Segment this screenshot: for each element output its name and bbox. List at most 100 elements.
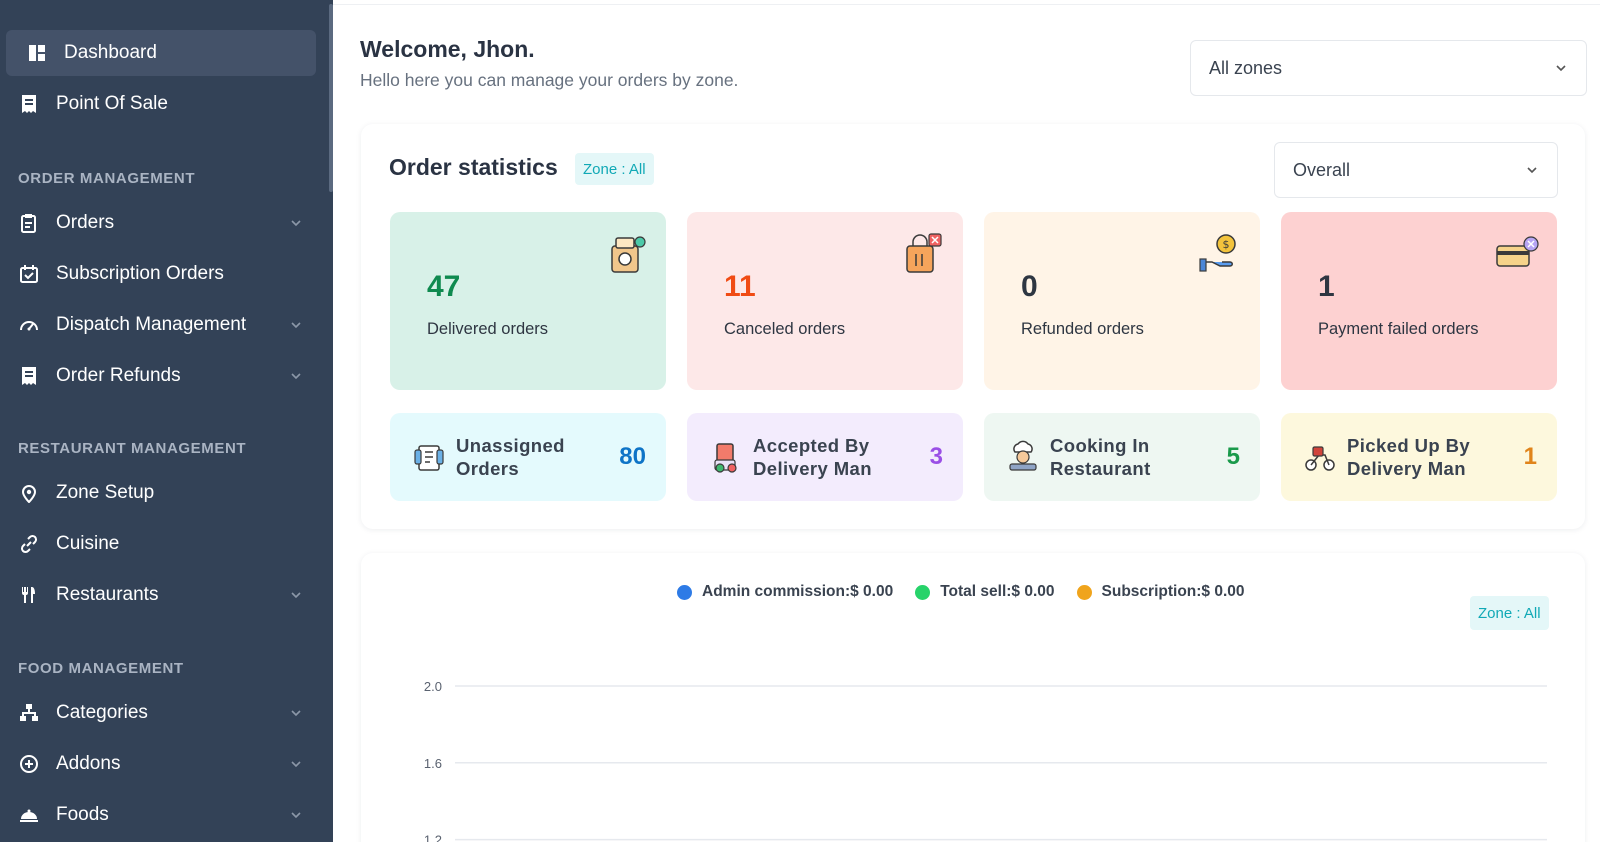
stat-label-line: Orders [456,458,520,479]
sidebar-item-label: Point Of Sale [56,93,168,114]
stat-value: 11 [724,270,756,303]
delivery-man-icon [714,443,737,473]
legend-label: Admin commission:$ 0.00 [702,583,894,600]
sidebar-item-foods[interactable]: Foods [0,792,333,838]
legend-item-admin-commission[interactable]: Admin commission:$ 0.00 [677,583,893,601]
legend-item-subscription[interactable]: Subscription:$ 0.00 [1076,583,1245,601]
fork-knife-icon [18,584,40,606]
receipt-icon [18,93,40,115]
legend-item-total-sell[interactable]: Total sell:$ 0.00 [915,583,1055,601]
speedometer-icon [18,314,40,336]
sidebar-item-label: Order Refunds [56,365,181,386]
stat-label: Picked Up By Delivery Man [1347,434,1524,480]
sidebar-item-point-of-sale[interactable]: Point Of Sale [0,81,333,127]
stat-card-picked-up-by-delivery-man[interactable]: Picked Up By Delivery Man 1 [1281,413,1557,501]
stat-label: Payment failed orders [1318,320,1479,338]
stat-value: 47 [427,270,461,303]
stat-label-line: Restaurant [1050,458,1151,479]
map-pin-icon [18,482,40,504]
zone-badge: Zone : All [575,153,654,185]
sidebar-item-dashboard[interactable]: Dashboard [6,30,316,76]
legend-label: Subscription:$ 0.00 [1101,583,1245,600]
sidebar: Dashboard Point Of Sale ORDER MANAGEMENT… [0,0,333,842]
page-title: Welcome, Jhon. [360,36,535,62]
section-title-order-management: ORDER MANAGEMENT [18,170,196,187]
receipt-icon [18,365,40,387]
chart-zone-badge: Zone : All [1470,596,1549,630]
sidebar-item-addons[interactable]: Addons [0,741,333,787]
sidebar-item-label: Orders [56,212,115,233]
sidebar-item-restaurants[interactable]: Restaurants [0,572,333,618]
hierarchy-icon [18,702,40,724]
chevron-down-icon [291,812,301,819]
legend-label: Total sell:$ 0.00 [940,583,1055,600]
period-select[interactable]: Overall [1274,142,1558,198]
chef-icon [1009,440,1037,471]
chart-legend: Admin commission:$ 0.00 Total sell:$ 0.0… [677,583,1245,601]
stat-label: Accepted By Delivery Man [753,434,930,480]
refund-coin-icon: $ [1199,234,1236,272]
stat-label-line: Delivery Man [1347,458,1466,479]
sidebar-item-dispatch-management[interactable]: Dispatch Management [0,302,333,348]
stat-card-canceled[interactable]: 11 Canceled orders [687,212,963,390]
chevron-down-icon [291,592,301,599]
stat-label: Refunded orders [1021,320,1144,338]
sidebar-item-label: Dashboard [64,42,157,63]
food-bag-icon [611,236,646,273]
stat-label: Delivered orders [427,320,549,338]
stat-card-accepted-by-delivery-man[interactable]: Accepted By Delivery Man 3 [687,413,963,501]
sidebar-item-label: Subscription Orders [56,263,224,284]
canceled-bag-icon [906,233,942,273]
orders-icon [18,212,40,234]
sidebar-item-label: Categories [56,702,148,723]
stat-label: Cooking In Restaurant [1050,434,1227,480]
order-statistics-title: Order statistics [389,154,558,180]
stat-card-cooking-in-restaurant[interactable]: Cooking In Restaurant 5 [984,413,1260,501]
sidebar-item-zone-setup[interactable]: Zone Setup [0,470,333,516]
stat-value: 5 [1226,443,1240,470]
legend-dot [677,584,692,600]
stat-label-line: Cooking In [1050,435,1150,456]
chevron-down-icon [291,322,301,329]
stat-value: 0 [1021,270,1038,303]
plus-circle-icon [18,753,40,775]
divider [333,4,1600,5]
stat-label: Unassigned Orders [456,434,619,480]
stat-label-line: Unassigned [456,435,565,456]
chevron-down-icon [291,220,301,227]
unassigned-orders-icon [414,445,444,471]
sidebar-item-cuisine[interactable]: Cuisine [0,521,333,567]
stat-label-line: Accepted By [753,435,870,456]
section-title-restaurant-management: RESTAURANT MANAGEMENT [18,440,247,457]
calendar-check-icon [18,263,40,285]
food-cover-icon [18,804,40,826]
chevron-down-icon [1527,167,1537,174]
svg-text:$: $ [1223,238,1230,251]
stat-value: 1 [1523,443,1537,470]
stat-value: 3 [929,443,943,470]
zone-select-value: All zones [1209,57,1283,78]
sidebar-item-label: Addons [56,753,121,774]
period-select-value: Overall [1293,159,1351,180]
sidebar-item-orders[interactable]: Orders [0,200,333,246]
stat-card-refunded[interactable]: $ 0 Refunded orders [984,212,1260,390]
stat-card-delivered[interactable]: 47 Delivered orders [390,212,666,390]
stat-label: Canceled orders [724,320,846,338]
sidebar-item-label: Cuisine [56,533,120,554]
stat-value: 1 [1318,270,1335,303]
section-title-food-management: FOOD MANAGEMENT [18,660,184,677]
sidebar-item-label: Foods [56,804,109,825]
y-tick-label: 2.0 [424,679,442,694]
stat-label-line: Delivery Man [753,458,872,479]
credit-card-failed-icon [1496,236,1539,267]
sidebar-item-subscription-orders[interactable]: Subscription Orders [0,251,333,297]
sidebar-item-label: Zone Setup [56,482,155,503]
sidebar-item-order-refunds[interactable]: Order Refunds [0,353,333,399]
stat-card-payment-failed[interactable]: 1 Payment failed orders [1281,212,1557,390]
chevron-down-icon [291,373,301,380]
zone-select[interactable]: All zones [1190,40,1587,96]
stat-card-unassigned-orders[interactable]: Unassigned Orders 80 [390,413,666,501]
y-tick-label: 1.6 [424,756,442,771]
chevron-down-icon [291,710,301,717]
sidebar-item-categories[interactable]: Categories [0,690,333,736]
